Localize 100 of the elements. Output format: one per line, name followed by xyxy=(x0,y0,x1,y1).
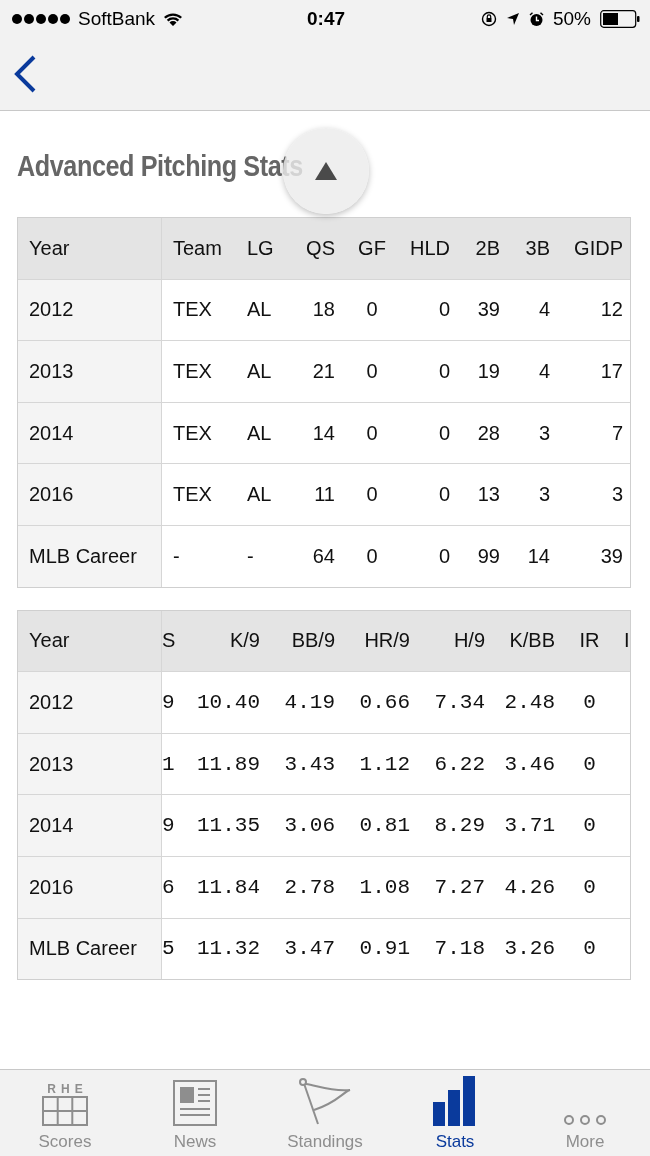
table-cell-text: - xyxy=(172,543,181,569)
table-cell-text: 1.08 xyxy=(358,874,411,901)
table-cell-text: 0 xyxy=(365,359,379,384)
triangle-up-icon xyxy=(315,162,337,180)
column-header: S xyxy=(162,628,177,654)
table-cell-text: 3 xyxy=(610,482,624,508)
table-cell-text: 10.40 xyxy=(196,689,261,716)
table-cell-text: 7.27 xyxy=(433,874,486,901)
table-cell-text: 4.19 xyxy=(283,689,336,716)
table-cell-text: 0 xyxy=(437,482,451,508)
table-cell-text: 7 xyxy=(610,420,624,446)
table-cell-text: 9 xyxy=(162,813,176,840)
table-cell-text: 14 xyxy=(311,420,336,446)
table-cell-text: 11 xyxy=(313,482,336,508)
table-cell-text: 4 xyxy=(537,297,551,323)
table-cell-text: 0 xyxy=(582,874,597,901)
table-cell-text: 4.26 xyxy=(503,874,556,901)
table-cell-text: - xyxy=(246,543,255,569)
table-cell-text: AL xyxy=(246,359,273,384)
column-header: HR/9 xyxy=(363,628,411,654)
table-cell-text: 4 xyxy=(537,359,551,384)
table-cell-text: 13 xyxy=(476,482,501,508)
column-header: K/9 xyxy=(228,628,261,654)
table-cell-text: 21 xyxy=(311,359,336,384)
column-header: BB/9 xyxy=(290,628,336,654)
signal-icon xyxy=(12,14,70,24)
table-cell-text: 14 xyxy=(526,543,551,569)
table-cell-text: 3.47 xyxy=(283,936,336,963)
bar-chart-icon xyxy=(433,1076,477,1126)
table-cell-text: 11.32 xyxy=(196,936,261,963)
table-cell-text: 19 xyxy=(476,359,501,384)
table-cell-text: 0.91 xyxy=(358,936,411,963)
battery-icon xyxy=(600,10,640,28)
table-cell-text: 12 xyxy=(599,297,624,323)
table-cell-text: 17 xyxy=(599,359,624,384)
tab[interactable]: News xyxy=(130,1070,260,1156)
table-cell-text: 2.48 xyxy=(503,689,556,716)
table-cell-text: 0 xyxy=(437,420,451,446)
more-icon xyxy=(563,1114,607,1126)
table-cell-text: 0 xyxy=(437,297,451,323)
table-cell-text: 39 xyxy=(599,543,624,569)
pennant-icon xyxy=(298,1078,352,1126)
column-header: IR xyxy=(578,628,601,654)
location-icon xyxy=(505,12,520,26)
table-cell-text: 64 xyxy=(311,543,336,569)
table-cell-text: 9 xyxy=(162,689,176,716)
table-cell-text: 3.06 xyxy=(283,813,336,840)
table-cell-text: TEX xyxy=(172,420,213,446)
table-cell-text: 3.71 xyxy=(503,813,556,840)
column-header: 3B xyxy=(524,235,551,261)
table-cell-text: TEX xyxy=(172,359,213,384)
table-cell-text: 3.26 xyxy=(503,936,556,963)
table-cell-text: 39 xyxy=(476,297,501,323)
table-cell-text: 3.46 xyxy=(503,751,556,778)
column-header: HLD xyxy=(409,235,451,261)
table-cell-text: 18 xyxy=(311,297,336,323)
table-cell-text: 6.22 xyxy=(433,751,486,778)
table-cell-text: 0 xyxy=(365,482,379,508)
table-cell-text: 1.12 xyxy=(358,751,411,778)
tab[interactable]: Standings xyxy=(260,1070,390,1156)
table-cell-text: 99 xyxy=(476,543,501,569)
table-cell-text: 0 xyxy=(582,936,597,963)
table-cell-text: 6 xyxy=(162,874,176,901)
tab[interactable]: More xyxy=(520,1070,650,1156)
table-cell: MLB Career xyxy=(18,918,162,980)
table-cell-text: 0 xyxy=(437,543,451,569)
table-cell-text: 7.18 xyxy=(433,936,486,963)
table-cell: 2014 xyxy=(18,795,162,856)
table-cell: 2013 xyxy=(18,733,162,795)
table-cell-text: 0 xyxy=(365,297,379,323)
table-cell-text: 3.43 xyxy=(283,751,336,778)
back-button[interactable] xyxy=(12,54,38,94)
carrier-name: SoftBank xyxy=(78,8,156,30)
column-header: QS xyxy=(305,235,336,261)
table-cell-text: 5 xyxy=(162,936,176,963)
table-cell: 2016 xyxy=(18,464,162,525)
table-cell: MLB Career xyxy=(18,525,162,587)
table-cell-text: 0 xyxy=(365,420,379,446)
table-cell-text: 3 xyxy=(537,420,551,446)
table-cell-text: 3 xyxy=(537,482,551,508)
battery-percent: 50% xyxy=(552,8,591,30)
column-header: Team xyxy=(172,235,223,261)
rotation-lock-icon xyxy=(480,11,497,27)
table-cell-text: AL xyxy=(246,482,273,508)
table-cell-text: TEX xyxy=(172,297,213,323)
table-cell-text: 1 xyxy=(162,751,176,778)
table-cell: 2016 xyxy=(18,856,162,918)
table-cell-text: 0 xyxy=(582,689,597,716)
table-cell-text: 0 xyxy=(582,813,597,840)
column-header: H/9 xyxy=(452,628,486,654)
table-cell-text: 0.81 xyxy=(358,813,411,840)
newspaper-icon xyxy=(173,1080,217,1126)
column-header: GF xyxy=(357,235,387,261)
table-cell-text: 11.89 xyxy=(196,751,261,778)
column-header: 2B xyxy=(474,235,501,261)
column-header: LG xyxy=(246,235,275,261)
tab[interactable]: Stats xyxy=(390,1070,520,1156)
table-cell-text: 8.29 xyxy=(433,813,486,840)
tab[interactable]: RHE Scores xyxy=(0,1070,130,1156)
table-cell-text: AL xyxy=(246,297,273,323)
